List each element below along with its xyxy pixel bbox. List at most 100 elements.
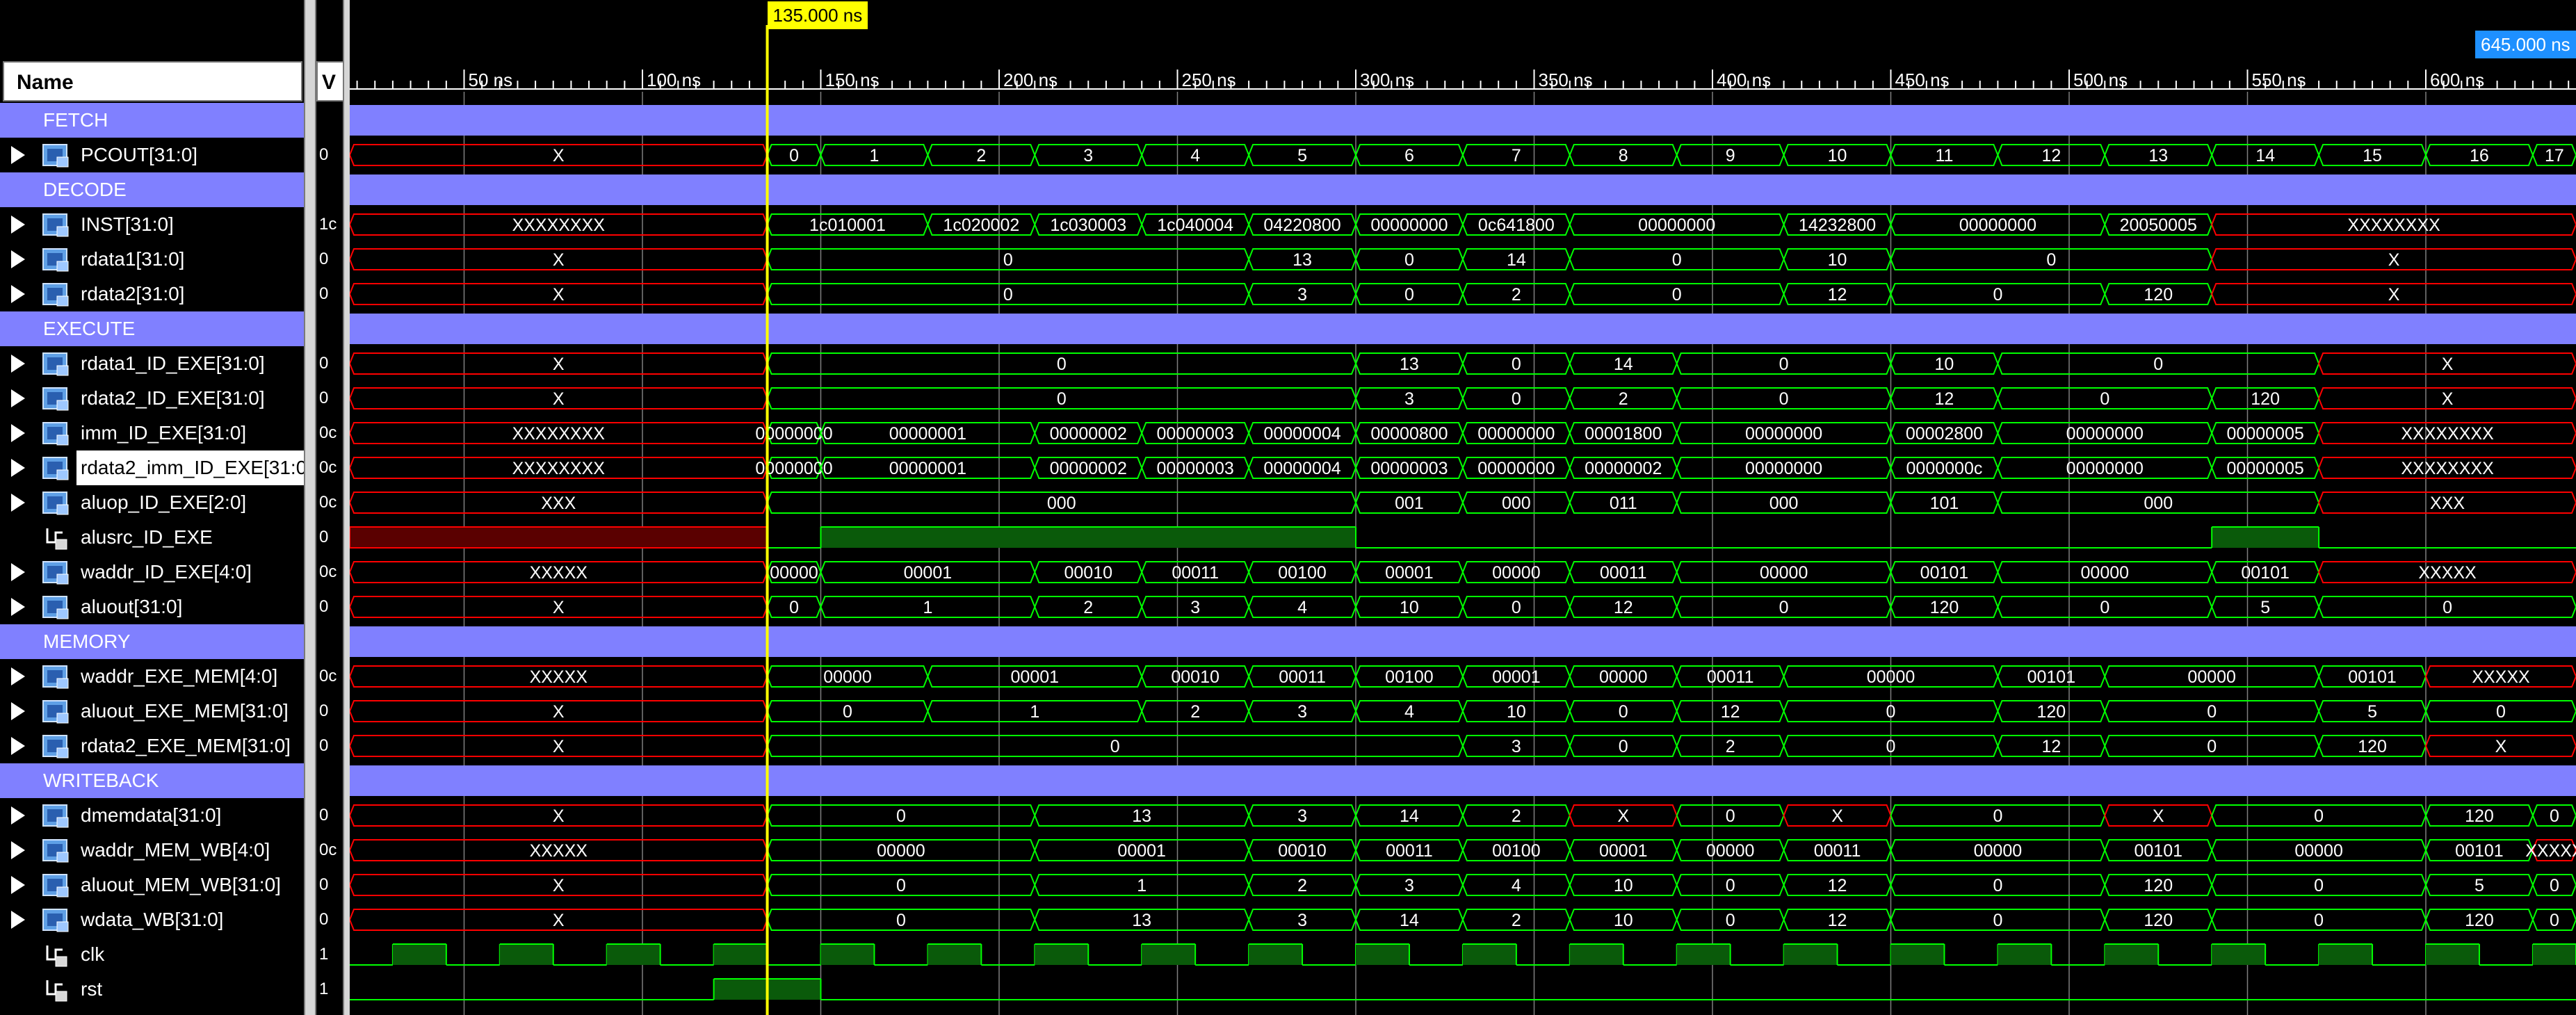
bus-value-label: 0 [2550, 876, 2559, 895]
signal-row[interactable]: rdata2_imm_ID_EXE[31:0] [0, 450, 304, 485]
wave-clk[interactable] [350, 943, 2576, 966]
group-decode[interactable]: DECODE [0, 172, 304, 207]
bus-value-label: 00011 [1386, 841, 1433, 861]
signal-row[interactable]: aluout[31:0] [0, 590, 304, 624]
signal-value: 0 [319, 875, 329, 894]
expand-arrow-icon[interactable] [11, 494, 25, 512]
signal-row[interactable]: imm_ID_EXE[31:0] [0, 416, 304, 450]
wave-rdata2310[interactable]: X 0 3 0 2 0 12 0 120 X [350, 283, 2576, 305]
expand-arrow-icon[interactable] [11, 285, 25, 303]
signal-row[interactable]: aluout_EXE_MEM[31:0] [0, 694, 304, 729]
wave-alusrc_id_exe[interactable] [350, 526, 2576, 549]
expand-arrow-icon[interactable] [11, 389, 25, 407]
wave-aluout310[interactable]: X 0 1 2 3 4 10 0 12 0 120 0 5 0 [350, 596, 2576, 618]
wave-rdata2_id_exe310[interactable]: X 0 3 0 2 0 12 0 120 X [350, 387, 2576, 409]
expand-arrow-icon[interactable] [11, 702, 25, 720]
signal-name: wdata_WB[31:0] [81, 909, 224, 930]
signal-value: 1 [319, 980, 329, 998]
signal-row[interactable]: rdata2_ID_EXE[31:0] [0, 381, 304, 416]
bus-value-label: 00000 [1974, 841, 2023, 861]
bus-value-label: 00011 [1707, 667, 1754, 687]
bus-value-label: X [553, 702, 565, 722]
bus-value-label: 12 [1828, 285, 1847, 304]
name-value-splitter[interactable] [304, 0, 316, 1015]
value-column-header[interactable]: V [316, 61, 344, 102]
bus-value-label: 00000003 [1157, 424, 1234, 444]
expand-arrow-icon[interactable] [11, 737, 25, 755]
waveform-area[interactable]: 50 ns 100 ns 150 ns 200 ns 250 ns 300 ns 350 n… [350, 0, 2576, 1015]
clock-high-fill [820, 944, 875, 965]
expand-arrow-icon[interactable] [11, 806, 25, 825]
signal-row[interactable]: rst [0, 972, 304, 1007]
wave-aluout_exe_mem310[interactable]: X 0 1 2 3 4 10 0 12 0 120 0 5 0 [350, 700, 2576, 722]
signal-row[interactable]: rdata2[31:0] [0, 277, 304, 311]
expand-arrow-icon[interactable] [11, 146, 25, 164]
expand-arrow-icon[interactable] [11, 598, 25, 616]
signal-row[interactable]: rdata1_ID_EXE[31:0] [0, 346, 304, 381]
name-column-header[interactable]: Name [3, 61, 302, 102]
wave-waddr_mem_wb40[interactable]: XXXXX 00000 00001 00010 00011 00100 00001 00000… [350, 839, 2576, 861]
signal-row[interactable]: rdata1[31:0] [0, 242, 304, 277]
bus-value-label: 13 [1132, 806, 1151, 826]
signal-row[interactable]: waddr_EXE_MEM[4:0] [0, 659, 304, 694]
wave-rst[interactable] [350, 978, 2576, 1000]
time-ruler[interactable]: 50 ns 100 ns 150 ns 200 ns 250 ns 300 ns 350 n… [350, 70, 2576, 90]
waveform-canvas[interactable]: 50 ns 100 ns 150 ns 200 ns 250 ns 300 ns 350 n… [350, 0, 2576, 1015]
expand-arrow-icon[interactable] [11, 355, 25, 373]
bus-value-label: 2 [1512, 285, 1521, 304]
wave-rdata1310[interactable]: X 0 13 0 14 0 10 0 X [350, 248, 2576, 270]
expand-arrow-icon[interactable] [11, 216, 25, 234]
wave-imm_id_exe310[interactable]: XXXXXXXX 00000000 00000001 00000002 00000003… [350, 422, 2576, 444]
wave-rdata2_imm_id_exe310[interactable]: XXXXXXXX 00000000 00000001 00000002 00000003… [350, 457, 2576, 479]
bus-value-label: 7 [1512, 146, 1521, 165]
signal-row[interactable]: INST[31:0] [0, 207, 304, 242]
signal-row[interactable]: wdata_WB[31:0] [0, 902, 304, 937]
bus-value-label: 00000003 [1370, 459, 1448, 478]
signal-row[interactable]: PCOUT[31:0] [0, 138, 304, 172]
wave-rdata2_exe_mem310[interactable]: X 0 3 0 2 0 12 0 120 X [350, 735, 2576, 757]
expand-arrow-icon[interactable] [11, 424, 25, 442]
wave-pcout310[interactable]: X 0 1 2 3 4 5 6 7 8 9 10 11 12 13 14 15 16 17 [350, 144, 2576, 166]
signal-row[interactable]: clk [0, 937, 304, 972]
expand-arrow-icon[interactable] [11, 250, 25, 268]
expand-arrow-icon[interactable] [11, 841, 25, 859]
wave-dmemdata310[interactable]: X 0 13 3 14 2 X 0 X 0 X 0 120 0 [350, 804, 2576, 827]
cursor-time-flag[interactable]: 645.000 ns [2475, 31, 2576, 58]
expand-arrow-icon[interactable] [11, 563, 25, 581]
wave-waddr_id_exe40[interactable]: XXXXX 00000 00001 00010 00011 00100 00001 00000… [350, 561, 2576, 583]
signal-row[interactable]: dmemdata[31:0] [0, 798, 304, 833]
bus-value-label: 00100 [1492, 841, 1541, 861]
group-memory[interactable]: MEMORY [0, 624, 304, 659]
wave-rdata1_id_exe310[interactable]: X 0 13 0 14 0 10 0 X [350, 352, 2576, 375]
signal-row[interactable]: aluop_ID_EXE[2:0] [0, 485, 304, 520]
expand-arrow-icon[interactable] [11, 459, 25, 477]
bus-value-label: 0 [1404, 285, 1414, 304]
signal-value-panel: V 0 1c 0 0 0 0 0c 0c 0c 0 0c 0 0c 0 0 0 0c 0 0 1 1 [316, 0, 344, 1015]
signal-row[interactable]: rdata2_EXE_MEM[31:0] [0, 729, 304, 763]
wave-wdata_wb310[interactable]: X 0 13 3 14 2 10 0 12 0 120 0 120 0 [350, 909, 2576, 931]
ruler-tick-label: 250 ns [1182, 70, 1236, 90]
wave-inst310[interactable]: XXXXXXXX 1c010001 1c020002 1c030003 1c040004… [350, 213, 2576, 236]
wave-waddr_exe_mem40[interactable]: XXXXX 00000 00001 00010 00011 00100 00001 00000… [350, 665, 2576, 688]
signal-value: 0c [319, 493, 337, 512]
group-fetch[interactable]: FETCH [0, 103, 304, 138]
signal-row[interactable]: waddr_ID_EXE[4:0] [0, 555, 304, 590]
signal-row[interactable]: aluout_MEM_WB[31:0] [0, 868, 304, 902]
bus-value-label: 00010 [1171, 667, 1220, 687]
value-wave-splitter[interactable] [343, 0, 350, 1015]
expand-arrow-icon[interactable] [11, 876, 25, 894]
signal-name: waddr_MEM_WB[4:0] [81, 839, 270, 861]
expand-arrow-icon[interactable] [11, 667, 25, 685]
group-writeback[interactable]: WRITEBACK [0, 763, 304, 798]
group-execute[interactable]: EXECUTE [0, 311, 304, 346]
cursor-time-flag[interactable]: 135.000 ns [767, 1, 868, 29]
bus-value-label: 0 [1619, 702, 1628, 722]
bus-value-label: 00000005 [2227, 459, 2304, 478]
wave-aluop_id_exe20[interactable]: XXX 000 001 000 011 000 101 000 XXX [350, 492, 2576, 514]
bus-value-label: 0 [789, 146, 799, 165]
signal-row[interactable]: alusrc_ID_EXE [0, 520, 304, 555]
signal-row[interactable]: waddr_MEM_WB[4:0] [0, 833, 304, 868]
wave-aluout_mem_wb310[interactable]: X 0 1 2 3 4 10 0 12 0 120 0 5 0 [350, 874, 2576, 896]
bus-value-label: 00000 [823, 667, 872, 687]
expand-arrow-icon[interactable] [11, 911, 25, 929]
